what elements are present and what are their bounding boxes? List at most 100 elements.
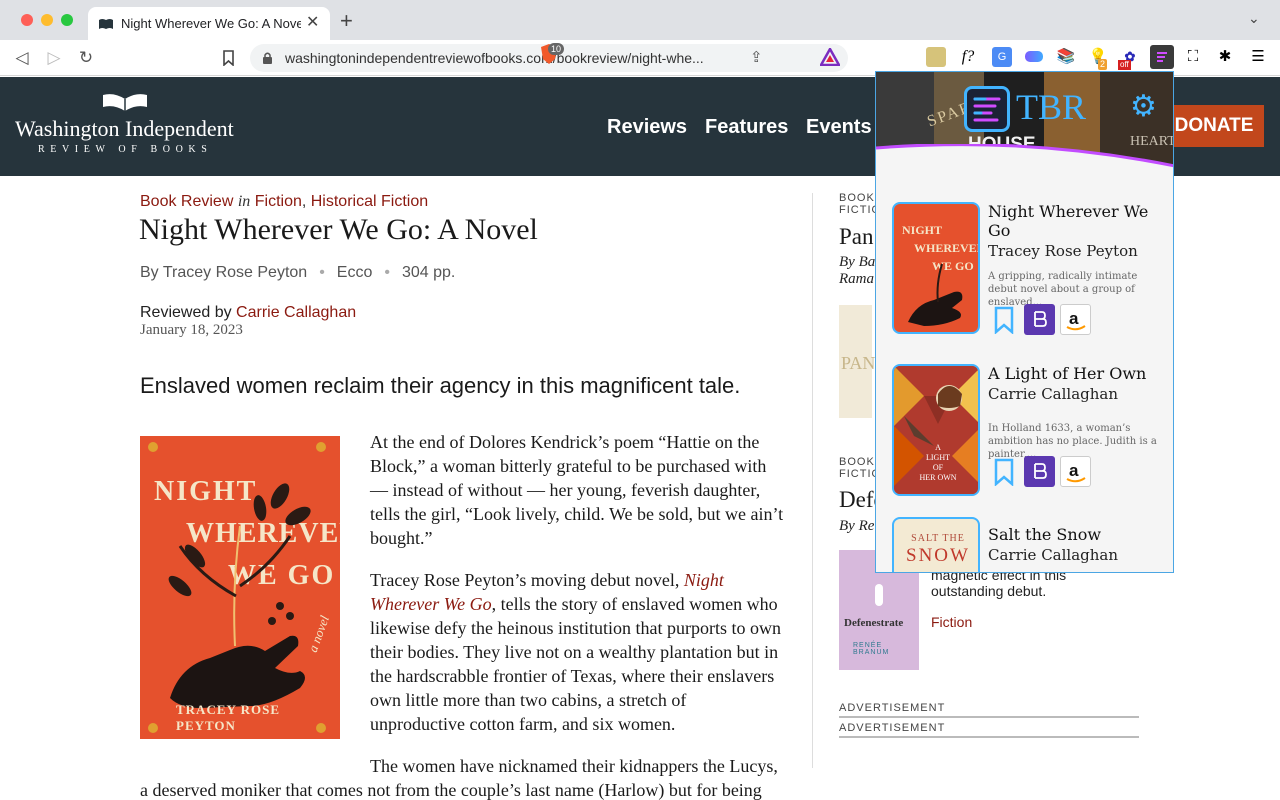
zoom-window-button[interactable] xyxy=(61,14,73,26)
excerpt-line: outstanding debut. xyxy=(931,583,1047,599)
browser-tab[interactable]: Night Wherever We Go: A Novel ✕ xyxy=(88,7,330,40)
sidebar-item-3-genre-link[interactable]: Fiction xyxy=(931,614,972,630)
book-pages: 304 pp. xyxy=(401,264,456,281)
svg-text:SNOW: SNOW xyxy=(906,545,970,566)
bookshop-button[interactable] xyxy=(1024,456,1055,487)
amazon-button[interactable]: a xyxy=(1060,304,1091,335)
book-title-link[interactable]: Night xyxy=(684,570,724,590)
back-icon[interactable]: ◁ xyxy=(11,47,33,69)
svg-text:A: A xyxy=(935,443,941,452)
site-favicon-icon xyxy=(99,19,113,29)
sidebar-item-1-byline: By Ba Rama xyxy=(839,254,875,288)
cover-author: RENÉE BRANUM xyxy=(853,642,890,656)
tbr-settings-gear-icon[interactable]: ⚙ xyxy=(1130,92,1157,122)
forward-icon[interactable]: ▷ xyxy=(43,47,65,69)
byline-dot: • xyxy=(319,264,325,281)
extension-tbr-icon[interactable] xyxy=(1150,45,1174,69)
tbr-book-title[interactable]: Salt the Snow xyxy=(988,525,1168,544)
book-author: By Tracey Rose Peyton xyxy=(140,264,308,281)
text-fragment: , tells the story of enslaved women who xyxy=(491,594,778,614)
nav-reviews[interactable]: Reviews xyxy=(607,116,687,139)
article-paragraph-1: At the end of Dolores Kendrick’s poem “H… xyxy=(370,430,783,550)
extension-google-translate-icon[interactable]: G xyxy=(992,47,1012,67)
bookmark-button[interactable] xyxy=(988,456,1019,487)
text-line: Wherever We Go, tells the story of ensla… xyxy=(370,592,781,616)
amazon-button[interactable]: a xyxy=(1060,456,1091,487)
tbr-book-author: Tracey Rose Peyton xyxy=(988,242,1138,260)
tbr-book-cover[interactable]: A LIGHT OF HER OWN xyxy=(892,364,980,496)
bookshop-button[interactable] xyxy=(1024,304,1055,335)
nav-features[interactable]: Features xyxy=(705,116,788,139)
cover-title: Defenestrate xyxy=(844,617,904,629)
advertisement-label: ADVERTISEMENT xyxy=(839,702,1139,718)
svg-text:a: a xyxy=(1069,309,1079,328)
cover-figure xyxy=(875,584,883,606)
extension-books-icon[interactable]: 📚 xyxy=(1056,47,1076,67)
tbr-book-title[interactable]: Night Wherever We Go xyxy=(988,202,1168,240)
reload-icon[interactable]: ↻ xyxy=(75,47,97,69)
article-lede: Enslaved women reclaim their agency in t… xyxy=(140,373,741,398)
minimize-window-button[interactable] xyxy=(41,14,53,26)
site-logo-subtitle: REVIEW OF BOOKS xyxy=(38,144,213,155)
bookmark-icon[interactable] xyxy=(222,50,235,66)
cover-hand-illustration xyxy=(168,483,311,708)
new-tab-button[interactable]: + xyxy=(340,10,353,32)
extension-font-icon[interactable]: f? xyxy=(958,47,978,67)
screenshot-icon[interactable]: ⛶ xyxy=(1183,47,1203,67)
book-title-link[interactable]: Wherever We Go xyxy=(370,594,492,614)
sidebar-item-1-cover[interactable]: PAN xyxy=(839,305,876,418)
share-icon[interactable]: ⇪ xyxy=(750,48,763,66)
tbr-header-wave xyxy=(876,144,1173,172)
text-line: Block,” a woman bitterly grateful to be … xyxy=(370,456,767,476)
donate-button[interactable]: DONATE xyxy=(1164,105,1264,147)
open-book-logo-icon[interactable] xyxy=(100,91,150,113)
tab-search-chevron-icon[interactable]: ⌄ xyxy=(1248,10,1260,27)
article-paragraph-3-line1: The women have nicknamed their kidnapper… xyxy=(370,756,778,776)
tbr-book-author: Carrie Callaghan xyxy=(988,385,1119,403)
extensions-puzzle-icon[interactable]: ✱ xyxy=(1215,47,1235,67)
reviewer-link[interactable]: Carrie Callaghan xyxy=(236,304,356,321)
genre-link-fiction[interactable]: Fiction xyxy=(255,193,302,210)
byline-dot: • xyxy=(384,264,390,281)
byline-line: By Ba xyxy=(839,254,876,270)
menu-icon[interactable]: ☰ xyxy=(1248,47,1268,67)
genre-separator: , xyxy=(301,193,311,210)
tbr-logo-icon xyxy=(964,86,1010,132)
article-paragraph-2: Tracey Rose Peyton’s moving debut novel,… xyxy=(370,568,781,736)
cover-author: TRACEY ROSE PEYTON xyxy=(176,702,281,733)
article-title: Night Wherever We Go: A Novel xyxy=(139,213,538,246)
svg-text:WHEREVER: WHEREVER xyxy=(914,241,980,255)
extension-translate-icon[interactable] xyxy=(926,47,946,67)
genre-link-historical-fiction[interactable]: Historical Fiction xyxy=(311,193,428,210)
extension-off-badge: off xyxy=(1118,60,1131,70)
text-line: At the end of Dolores Kendrick’s poem “H… xyxy=(370,432,760,452)
brave-rewards-icon[interactable] xyxy=(820,48,840,66)
reviewer-line: Reviewed by Carrie Callaghan xyxy=(140,304,356,322)
bookmark-button[interactable] xyxy=(988,304,1019,335)
tbr-book-cover[interactable]: NIGHT WHEREVER WE GO xyxy=(892,202,980,334)
advertisement-label: ADVERTISEMENT xyxy=(839,722,1139,738)
article-paragraph-3-line2: a deserved moniker that comes not from t… xyxy=(140,780,762,800)
tbr-book-author: Carrie Callaghan xyxy=(988,546,1119,564)
text-line: Tracey Rose Peyton’s moving debut novel,… xyxy=(370,568,781,592)
tab-close-icon[interactable]: ✕ xyxy=(306,13,319,33)
text-line: bought.” xyxy=(370,528,433,548)
nav-events[interactable]: Events xyxy=(806,116,872,139)
svg-text:OF: OF xyxy=(933,463,944,472)
tbr-header: SPARTA HOUSE HEART TBR ⚙ xyxy=(876,72,1173,172)
svg-text:HER OWN: HER OWN xyxy=(919,473,956,482)
sidebar-item-2-byline: By Re xyxy=(839,518,875,534)
text-line: unproductive cotton farm, and six women. xyxy=(370,714,676,734)
reviewed-by-label: Reviewed by xyxy=(140,304,237,321)
close-window-button[interactable] xyxy=(21,14,33,26)
tbr-book-title[interactable]: A Light of Her Own xyxy=(988,364,1168,383)
cover-text: PAN xyxy=(841,353,876,373)
sidebar-item-1-title[interactable]: Pan xyxy=(839,224,874,250)
site-logo-title[interactable]: Washington Independent xyxy=(15,116,234,142)
tab-title: Night Wherever We Go: A Novel xyxy=(121,16,301,31)
tbr-book-cover[interactable]: SALT THE SNOW xyxy=(892,517,980,572)
extension-toggle-icon[interactable] xyxy=(1024,47,1044,67)
book-cover-image: NIGHT WHEREVER WE GO a novel TRACEY ROSE… xyxy=(140,436,340,739)
svg-text:LIGHT: LIGHT xyxy=(926,453,950,462)
article-type-link[interactable]: Book Review xyxy=(140,193,233,210)
